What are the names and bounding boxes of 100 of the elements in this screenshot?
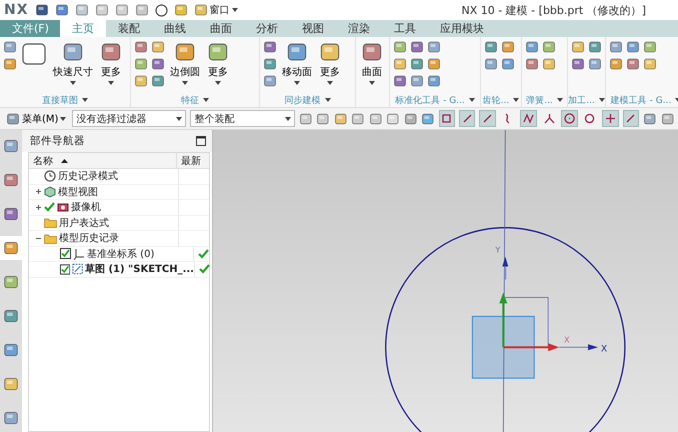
ribbon-tab[interactable]: 应用模块	[428, 20, 496, 37]
tool-icon[interactable]	[263, 40, 277, 54]
tool-icon[interactable]	[263, 74, 277, 88]
tool-icon[interactable]	[151, 74, 165, 88]
snap-toggle[interactable]	[602, 110, 619, 127]
ribbon-button[interactable]: 更多	[317, 40, 343, 86]
maximize-icon[interactable]	[196, 136, 206, 146]
ribbon-tab[interactable]: 渲染	[336, 20, 382, 37]
snap-toggle[interactable]	[561, 110, 578, 127]
camera-icon	[57, 201, 69, 214]
graphics-viewport[interactable]: Y X X	[213, 130, 678, 432]
ribbon-button[interactable]: 更多	[98, 40, 124, 86]
snap-mode-icon	[441, 113, 452, 124]
tree-node-label[interactable]: 历史记录模式	[58, 169, 118, 184]
tool-icon[interactable]	[609, 57, 623, 71]
checkbox[interactable]	[60, 264, 70, 275]
tool-icon[interactable]	[3, 57, 17, 71]
ribbon-tab[interactable]: 主页	[60, 20, 106, 37]
tool-icon[interactable]	[368, 112, 382, 126]
tree-node-label[interactable]: 模型视图	[58, 184, 98, 199]
tool-icon[interactable]	[404, 112, 418, 126]
tool-icon[interactable]	[427, 57, 441, 71]
tool-icon[interactable]	[588, 40, 602, 54]
circle-icon[interactable]	[154, 4, 168, 16]
ribbon-tab[interactable]: 工具	[382, 20, 428, 37]
tool-icon[interactable]	[134, 57, 148, 71]
tool-icon[interactable]	[501, 40, 515, 54]
tool-icon[interactable]	[484, 40, 498, 54]
tree-node-label[interactable]: 草图 (1) "SKETCH_...	[85, 262, 194, 276]
scope-dropdown[interactable]: 整个装配	[190, 110, 295, 127]
tool-icon[interactable]	[609, 40, 623, 54]
tool-icon[interactable]	[626, 40, 640, 54]
tool-icon[interactable]	[393, 74, 407, 88]
tool-icon[interactable]	[334, 112, 348, 126]
snap-mode-icon	[625, 113, 636, 124]
ribbon-group-label: 建模工具 - G...	[610, 94, 672, 106]
expand-icon[interactable]	[35, 188, 42, 196]
tree-node-label[interactable]: 基准坐标系 (0)	[87, 246, 154, 261]
tool-icon[interactable]	[3, 40, 17, 54]
tool-icon[interactable]	[525, 57, 539, 71]
ribbon-tab[interactable]: 曲线	[152, 20, 198, 37]
tool-icon[interactable]	[542, 57, 556, 71]
tool-icon[interactable]	[134, 40, 148, 54]
checkbox[interactable]	[60, 248, 71, 260]
tree-node-label[interactable]: 模型历史记录	[59, 231, 119, 246]
x-axis-label: X	[564, 335, 570, 344]
tool-icon[interactable]	[643, 57, 657, 71]
snap-toggle[interactable]	[622, 110, 640, 127]
tool-icon[interactable]	[427, 74, 441, 88]
tool-icon[interactable]	[484, 57, 498, 71]
tool-icon[interactable]	[542, 40, 556, 54]
tool-icon[interactable]	[386, 112, 400, 126]
tool-icon[interactable]	[421, 112, 435, 126]
ribbon-button[interactable]: 边倒圆	[168, 40, 202, 86]
tool-icon[interactable]	[263, 57, 277, 71]
tool-icon[interactable]	[525, 40, 539, 54]
navigator-icon	[3, 274, 19, 290]
tree-node-label[interactable]: 用户表达式	[59, 216, 109, 230]
tool-icon[interactable]	[410, 57, 424, 71]
tool-icon[interactable]	[393, 40, 407, 54]
tool-icon[interactable]	[410, 40, 424, 54]
navigator-tab[interactable]	[0, 236, 22, 260]
tool-icon[interactable]	[351, 112, 365, 126]
tool-icon[interactable]	[427, 40, 441, 54]
selection-filter-dropdown[interactable]: 没有选择过滤器	[72, 110, 186, 127]
window-menu[interactable]: 窗口	[194, 3, 238, 17]
tool-icon[interactable]	[316, 112, 330, 126]
tree-node-label[interactable]: 摄像机	[71, 200, 101, 214]
ribbon-tab[interactable]: 视图	[290, 20, 336, 37]
tool-icon[interactable]	[151, 57, 165, 71]
tool-icon[interactable]	[588, 57, 602, 71]
tool-icon[interactable]	[501, 57, 515, 71]
ribbon-tab[interactable]: 装配	[106, 20, 152, 37]
tool-icon[interactable]	[134, 74, 148, 88]
tool-icon	[207, 41, 229, 63]
snap-toggle[interactable]	[520, 110, 537, 127]
ribbon-tab[interactable]: 分析	[244, 20, 290, 37]
menu-button[interactable]: 菜单(M)	[4, 112, 68, 126]
ribbon-button[interactable]: 快速尺寸	[51, 40, 95, 86]
tool-icon[interactable]	[643, 40, 657, 54]
snap-toggle[interactable]	[438, 110, 456, 127]
ribbon-button[interactable]: 移动面	[280, 40, 314, 86]
tool-icon[interactable]	[571, 40, 585, 54]
snap-toggle[interactable]	[459, 110, 476, 127]
snap-toggle[interactable]	[479, 110, 496, 127]
ribbon-button[interactable]: 曲面	[359, 40, 385, 86]
ribbon-button[interactable]: 更多	[205, 40, 231, 86]
column-header[interactable]: 名称	[29, 153, 177, 168]
tool-icon[interactable]	[298, 112, 312, 126]
tool-icon[interactable]	[393, 57, 407, 71]
tool-icon[interactable]	[410, 74, 424, 88]
tool-icon[interactable]	[626, 57, 640, 71]
ribbon-group-label: 标准化工具 - G...	[395, 94, 465, 106]
tool-icon[interactable]	[643, 112, 657, 126]
tool-icon[interactable]	[660, 112, 674, 126]
tool-icon[interactable]	[151, 40, 165, 54]
column-header[interactable]: 最新	[177, 153, 209, 168]
expand-icon[interactable]	[35, 204, 42, 211]
ribbon-tab[interactable]: 曲面	[198, 20, 244, 37]
tool-icon[interactable]	[571, 57, 585, 71]
